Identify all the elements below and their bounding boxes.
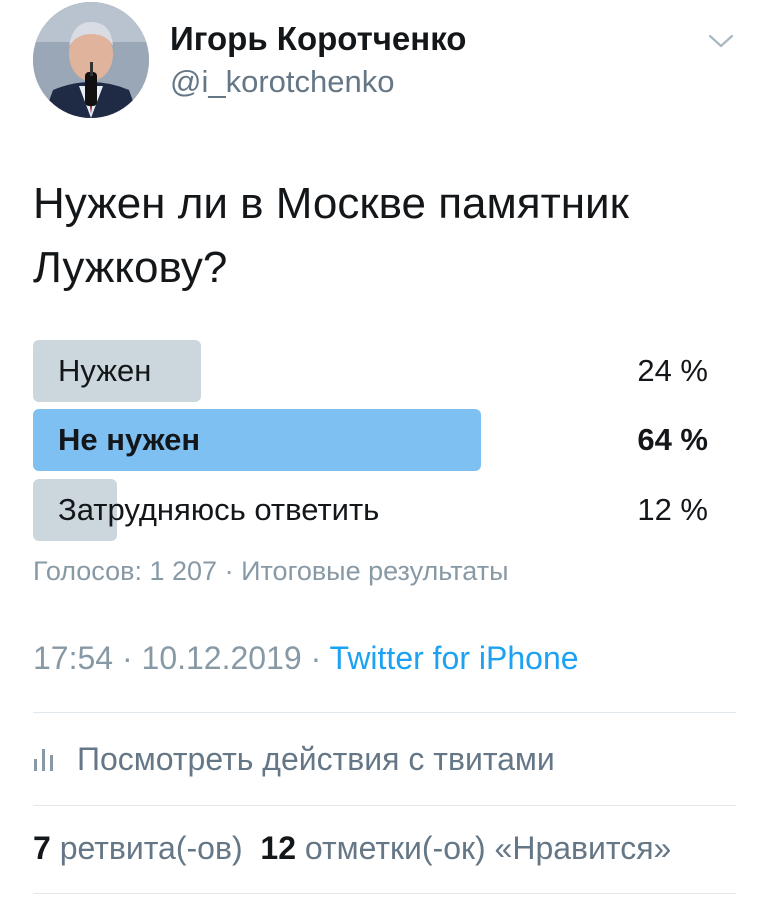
likes-stat[interactable]: 12 отметки(-ок) «Нравится» bbox=[260, 830, 671, 866]
separator: · bbox=[310, 640, 322, 676]
divider bbox=[33, 805, 736, 806]
divider bbox=[33, 712, 736, 713]
poll-option-percent: 12 % bbox=[637, 492, 708, 527]
separator: · bbox=[224, 556, 234, 586]
poll-option-label: Не нужен bbox=[58, 422, 201, 457]
poll-option-label: Затрудняюсь ответить bbox=[58, 492, 380, 527]
poll-option-winner: Не нужен 64 % bbox=[33, 409, 733, 471]
retweets-stat[interactable]: 7 ретвита(-ов) bbox=[33, 830, 243, 866]
view-tweet-activity-label: Посмотреть действия с твитами bbox=[77, 740, 555, 777]
divider bbox=[33, 893, 736, 894]
tweet-date: 10.12.2019 bbox=[141, 640, 302, 676]
retweets-count: 7 bbox=[33, 830, 51, 866]
author-handle[interactable]: @i_korotchenko bbox=[170, 64, 394, 100]
poll-option: Нужен 24 % bbox=[33, 340, 733, 402]
bar-chart-icon bbox=[34, 749, 53, 771]
poll-option-percent: 24 % bbox=[637, 353, 708, 388]
tweet-time: 17:54 bbox=[33, 640, 114, 676]
poll-option-percent: 64 % bbox=[637, 422, 708, 457]
avatar-photo bbox=[33, 2, 149, 118]
view-tweet-activity-button[interactable]: Посмотреть действия с твитами bbox=[33, 736, 555, 782]
likes-count: 12 bbox=[260, 830, 296, 866]
tweet-stats: 7 ретвита(-ов) 12 отметки(-ок) «Нравится… bbox=[33, 830, 671, 867]
likes-label: отметки(-ок) «Нравится» bbox=[304, 830, 672, 866]
retweets-label: ретвита(-ов) bbox=[59, 830, 243, 866]
tweet-timestamp: 17:54 · 10.12.2019 · Twitter for iPhone bbox=[33, 640, 579, 677]
author-avatar[interactable] bbox=[33, 2, 149, 118]
author-name[interactable]: Игорь Коротченко bbox=[170, 20, 466, 58]
poll-meta: Голосов: 1 207 · Итоговые результаты bbox=[33, 556, 509, 587]
separator: · bbox=[121, 640, 133, 676]
chevron-down-icon[interactable] bbox=[706, 30, 736, 52]
tweet-source-link[interactable]: Twitter for iPhone bbox=[330, 640, 579, 676]
poll-option: Затрудняюсь ответить 12 % bbox=[33, 479, 733, 541]
poll-option-label: Нужен bbox=[58, 353, 152, 388]
poll-votes: Голосов: 1 207 bbox=[33, 556, 218, 586]
tweet-text: Нужен ли в Москве памятник Лужкову? bbox=[33, 179, 629, 292]
poll-status: Итоговые результаты bbox=[241, 556, 509, 586]
